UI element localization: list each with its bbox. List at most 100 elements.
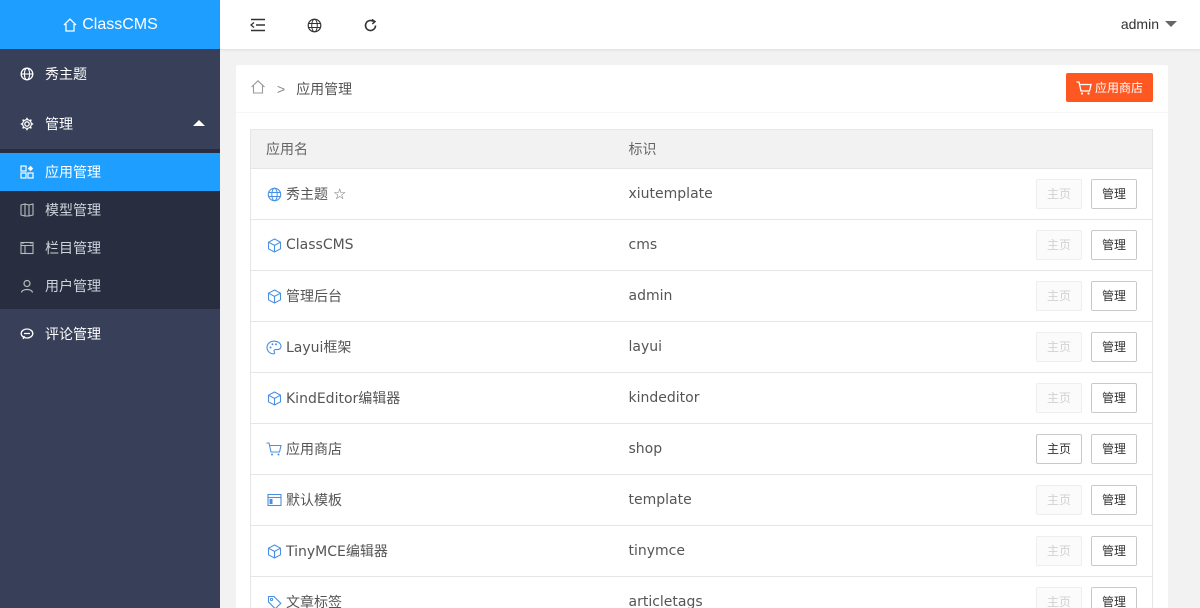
app-name-cell: KindEditor编辑器 <box>250 372 614 424</box>
home-button: 主页 <box>1035 230 1082 260</box>
sidebar-item-label: 栏目管理 <box>45 241 101 257</box>
sidebar-item-theme[interactable]: 秀主题 <box>0 49 220 99</box>
globe-icon[interactable] <box>306 17 322 33</box>
app-id-cell: template <box>613 474 914 526</box>
app-id-cell: xiutemplate <box>613 168 914 220</box>
user-menu[interactable]: admin <box>1121 16 1177 32</box>
home-button: 主页 <box>1035 587 1082 608</box>
app-name: 管理后台 <box>286 289 342 305</box>
manage-button[interactable]: 管理 <box>1090 536 1137 566</box>
palette-icon <box>266 339 282 355</box>
app-name: 文章标签 <box>286 595 342 608</box>
app-name: 默认模板 <box>286 493 342 509</box>
manage-button[interactable]: 管理 <box>1090 383 1137 413</box>
brand-name: ClassCMS <box>82 15 158 33</box>
manage-button[interactable]: 管理 <box>1090 485 1137 515</box>
user-icon <box>20 279 34 293</box>
app-name-cell: 应用商店 <box>250 423 614 475</box>
home-icon <box>63 17 77 32</box>
cube-icon <box>266 237 282 253</box>
comment-icon <box>20 327 34 341</box>
home-button: 主页 <box>1035 536 1082 566</box>
sidebar-item-label: 评论管理 <box>45 327 101 343</box>
app-store-button[interactable]: 应用商店 <box>1065 73 1153 102</box>
sidebar-item-label: 应用管理 <box>45 165 101 181</box>
window-icon <box>266 492 282 508</box>
app-actions-cell: 主页 管理 <box>913 168 1153 220</box>
app-actions-cell: 主页 管理 <box>913 321 1153 373</box>
app-actions-cell: 主页 管理 <box>913 372 1153 424</box>
app-id-cell: kindeditor <box>613 372 914 424</box>
sidebar-item-users[interactable]: 用户管理 <box>0 267 220 305</box>
breadcrumb: > 应用管理 <box>236 65 1168 113</box>
table-row: Layui框架 layui 主页 管理 <box>250 321 1153 373</box>
table-row: 文章标签 articletags 主页 管理 <box>250 576 1153 608</box>
manage-button[interactable]: 管理 <box>1090 179 1137 209</box>
cart-icon <box>266 441 282 457</box>
gear-icon <box>20 117 34 131</box>
manage-button[interactable]: 管理 <box>1090 281 1137 311</box>
app-actions-cell: 主页 管理 <box>913 423 1153 475</box>
cube-icon <box>266 390 282 406</box>
column-header-name: 应用名 <box>250 129 614 169</box>
apps-icon <box>20 165 34 179</box>
app-store-label: 应用商店 <box>1094 81 1143 95</box>
globe-icon <box>20 67 34 81</box>
app-name-cell: 默认模板 <box>250 474 614 526</box>
table-row: 应用商店 shop 主页 管理 <box>250 423 1153 475</box>
logo[interactable]: ClassCMS <box>0 0 220 49</box>
app-id-cell: shop <box>613 423 914 475</box>
app-name-cell: 文章标签 <box>250 576 614 608</box>
cube-icon <box>266 288 282 304</box>
column-icon <box>20 241 34 255</box>
top-header: admin <box>220 0 1200 50</box>
app-id-cell: cms <box>613 219 914 271</box>
sidebar: ClassCMS 秀主题 管理 应用管理 模型管理 栏目管理 用户管理 评论管理 <box>0 0 220 608</box>
refresh-icon[interactable] <box>362 17 378 33</box>
home-icon[interactable] <box>250 79 266 99</box>
home-button: 主页 <box>1035 281 1082 311</box>
app-name-cell: 秀主题 ☆ <box>250 168 614 220</box>
home-button[interactable]: 主页 <box>1035 434 1082 464</box>
sidebar-item-label: 管理 <box>45 117 73 133</box>
app-name: KindEditor编辑器 <box>286 391 401 407</box>
tag-icon <box>266 594 282 608</box>
app-name: ClassCMS <box>286 237 354 253</box>
home-button: 主页 <box>1035 383 1082 413</box>
column-header-actions <box>913 129 1153 169</box>
app-name-cell: TinyMCE编辑器 <box>250 525 614 577</box>
sidebar-item-label: 模型管理 <box>45 203 101 219</box>
manage-button[interactable]: 管理 <box>1090 230 1137 260</box>
sidebar-item-manage[interactable]: 管理 <box>0 99 220 149</box>
table-row: KindEditor编辑器 kindeditor 主页 管理 <box>250 372 1153 424</box>
model-icon <box>20 203 34 217</box>
sidebar-subnav: 应用管理 模型管理 栏目管理 用户管理 <box>0 149 220 309</box>
star-icon[interactable]: ☆ <box>333 185 346 203</box>
table-header-row: 应用名 标识 <box>250 129 1153 169</box>
app-name-cell: Layui框架 <box>250 321 614 373</box>
sidebar-item-label: 用户管理 <box>45 279 101 295</box>
sidebar-item-label: 秀主题 <box>45 67 87 83</box>
table-row: TinyMCE编辑器 tinymce 主页 管理 <box>250 525 1153 577</box>
manage-button[interactable]: 管理 <box>1090 434 1137 464</box>
caret-down-icon <box>1165 21 1177 27</box>
menu-toggle-icon[interactable] <box>250 17 266 33</box>
app-actions-cell: 主页 管理 <box>913 474 1153 526</box>
sidebar-item-apps[interactable]: 应用管理 <box>0 153 220 191</box>
app-actions-cell: 主页 管理 <box>913 576 1153 608</box>
sidebar-item-models[interactable]: 模型管理 <box>0 191 220 229</box>
home-button: 主页 <box>1035 332 1082 362</box>
home-button: 主页 <box>1035 179 1082 209</box>
table-row: ClassCMS cms 主页 管理 <box>250 219 1153 271</box>
caret-up-icon <box>193 120 205 126</box>
app-actions-cell: 主页 管理 <box>913 270 1153 322</box>
sidebar-item-columns[interactable]: 栏目管理 <box>0 229 220 267</box>
app-name: 秀主题 <box>286 187 328 203</box>
apps-table: 应用名 标识 秀主题 ☆ xiutemplate 主页 管理 ClassCMS cms 主页管… <box>250 129 1153 608</box>
breadcrumb-current: 应用管理 <box>296 81 353 98</box>
app-name: Layui框架 <box>286 340 352 356</box>
app-id-cell: articletags <box>613 576 914 608</box>
sidebar-item-comments[interactable]: 评论管理 <box>0 309 220 359</box>
manage-button[interactable]: 管理 <box>1090 332 1137 362</box>
manage-button[interactable]: 管理 <box>1090 587 1137 608</box>
